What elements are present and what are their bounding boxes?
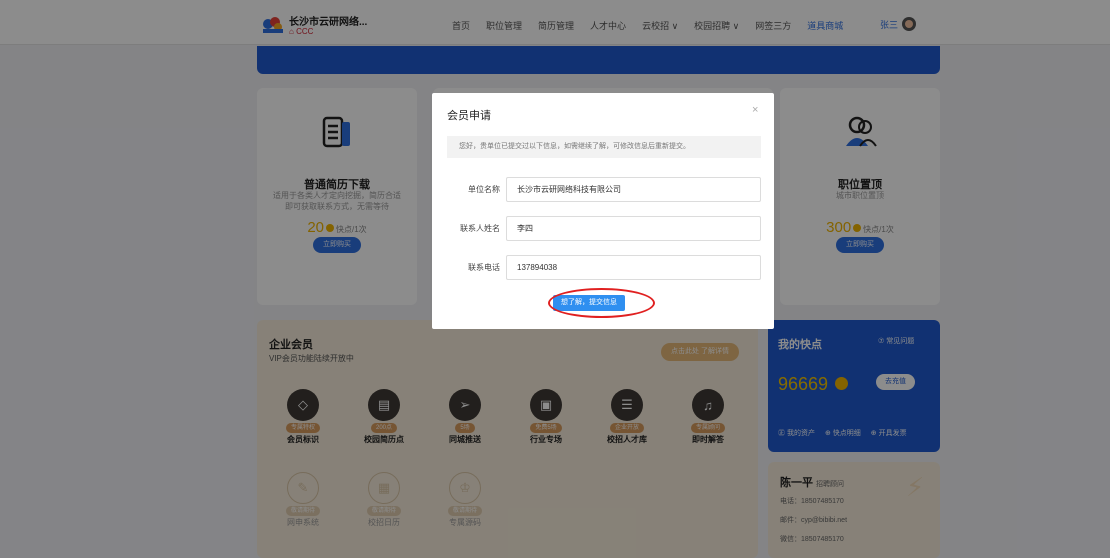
company-name-input[interactable]: 长沙市云研网络科技有限公司 <box>506 177 761 202</box>
phone-input[interactable]: 137894038 <box>506 255 761 280</box>
form-row-company: 单位名称 长沙市云研网络科技有限公司 <box>432 177 774 202</box>
highlight-annotation <box>548 288 655 318</box>
field-label: 联系人姓名 <box>460 224 500 233</box>
form-row-phone: 联系电话 137894038 <box>432 255 774 280</box>
membership-apply-dialog: 会员申请 × 您好，贵单位已提交过以下信息，如需继续了解，可修改信息后重新提交。… <box>432 93 774 329</box>
dialog-title: 会员申请 <box>447 110 491 122</box>
field-label: 单位名称 <box>468 185 500 194</box>
close-icon[interactable]: × <box>752 104 758 116</box>
dialog-notice: 您好，贵单位已提交过以下信息，如需继续了解，可修改信息后重新提交。 <box>447 136 761 158</box>
field-label: 联系电话 <box>468 263 500 272</box>
contact-name-input[interactable]: 李四 <box>506 216 761 241</box>
form-row-contact: 联系人姓名 李四 <box>432 216 774 241</box>
